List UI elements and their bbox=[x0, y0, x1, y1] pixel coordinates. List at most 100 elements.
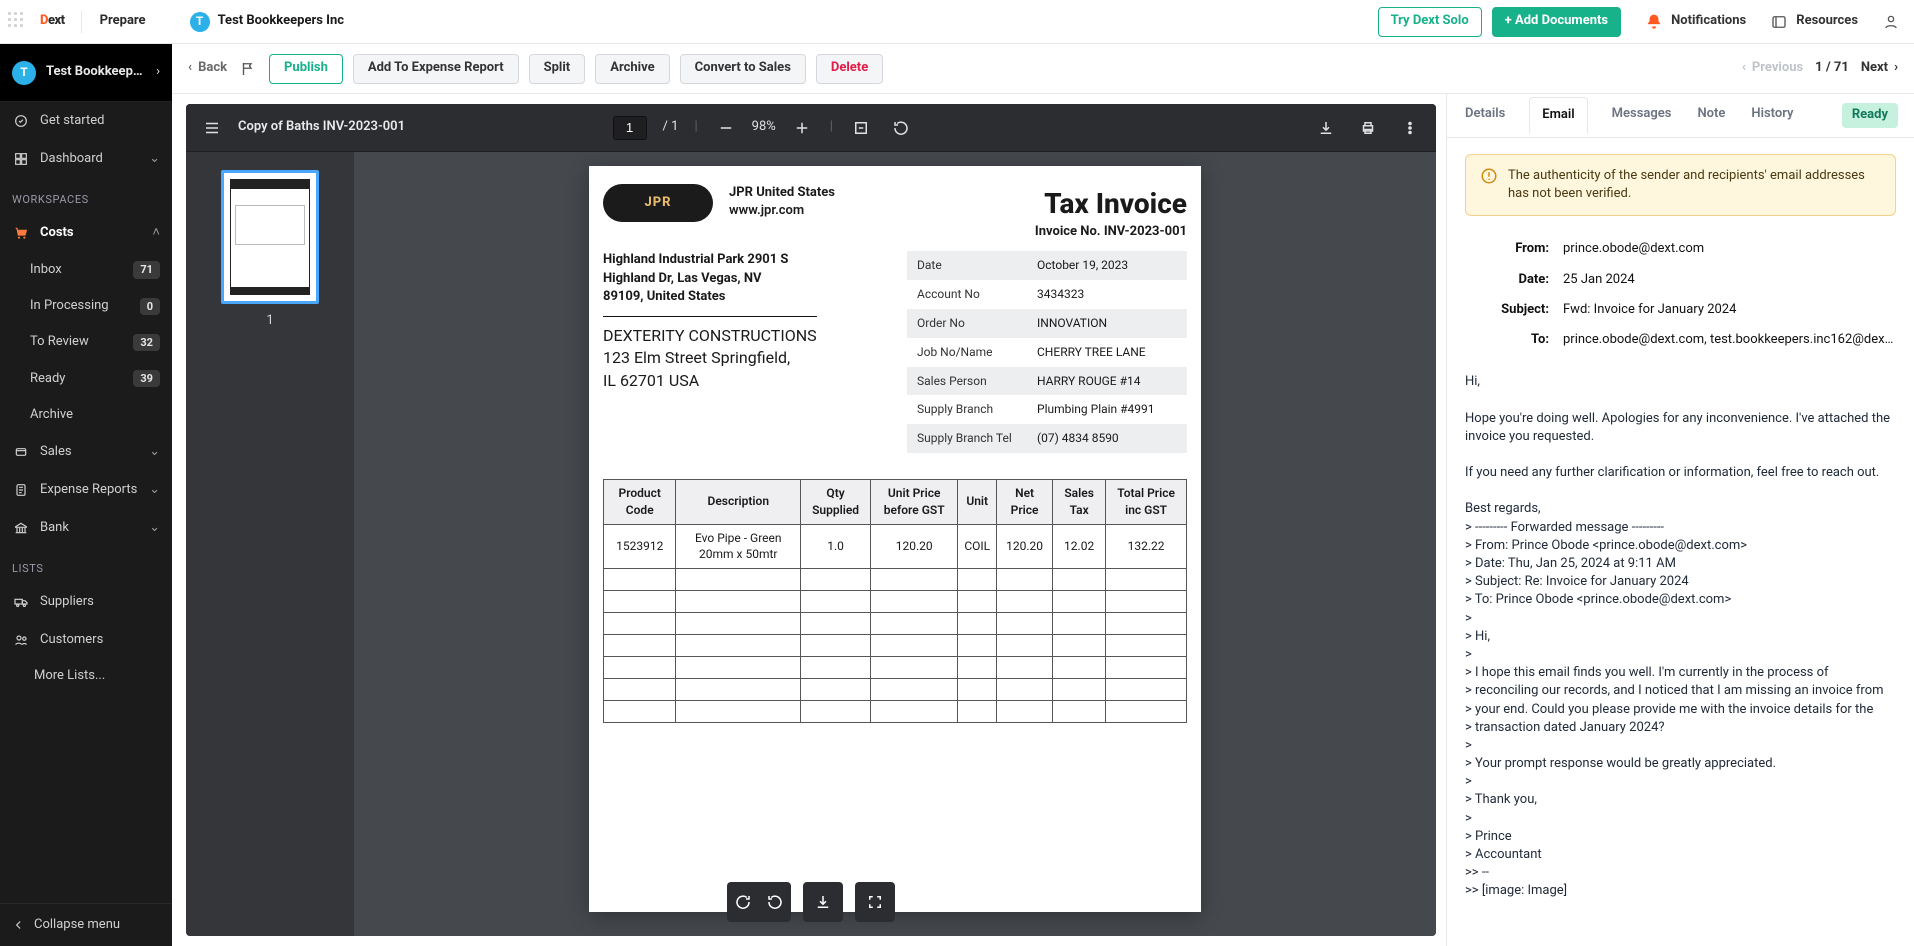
sidebar-item-more-lists[interactable]: More Lists... bbox=[0, 659, 172, 693]
zoom-out-button[interactable] bbox=[714, 116, 738, 140]
sidebar-item-costs[interactable]: Costs ˄ bbox=[0, 214, 172, 252]
sidebar-sub-inbox[interactable]: Inbox 71 bbox=[0, 252, 172, 288]
column-header: Total Price inc GST bbox=[1106, 479, 1187, 524]
sidebar-item-suppliers[interactable]: Suppliers bbox=[0, 583, 172, 621]
more-vert-icon[interactable] bbox=[1398, 116, 1422, 140]
viewer-center: / 1 | 98% | bbox=[613, 116, 913, 140]
page-thumbnail[interactable] bbox=[221, 170, 319, 304]
rotate-ccw-icon[interactable] bbox=[763, 890, 787, 914]
document-area: Copy of Baths INV-2023-001 / 1 | 98% bbox=[172, 94, 1446, 946]
next-button[interactable]: Next › bbox=[1861, 59, 1898, 77]
detail-tabs: Details Email Messages Note History Read… bbox=[1447, 94, 1914, 138]
flag-icon[interactable] bbox=[239, 60, 257, 78]
expand-button[interactable] bbox=[855, 882, 895, 922]
rotate-icon[interactable] bbox=[889, 116, 913, 140]
sidebar-item-bank[interactable]: Bank ⌄ bbox=[0, 509, 172, 547]
meta-value: CHERRY TREE LANE bbox=[1027, 338, 1187, 367]
meta-key: Subject: bbox=[1465, 301, 1549, 319]
download-button[interactable] bbox=[803, 882, 843, 922]
previous-button[interactable]: ‹Previous bbox=[1742, 59, 1803, 77]
rotate-cw-icon[interactable] bbox=[731, 890, 755, 914]
back-button[interactable]: ‹ Back bbox=[188, 59, 227, 77]
sidebar-item-get-started[interactable]: Get started bbox=[0, 102, 172, 140]
sidebar-sub-archive[interactable]: Archive bbox=[0, 397, 172, 433]
pager-label: 1 / 71 bbox=[1815, 59, 1849, 77]
sidebar-item-dashboard[interactable]: Dashboard ⌄ bbox=[0, 140, 172, 178]
chevron-right-icon: › bbox=[1894, 59, 1898, 77]
try-dext-solo-button[interactable]: Try Dext Solo bbox=[1378, 7, 1482, 37]
sidebar-sub-label: To Review bbox=[30, 333, 89, 351]
chevron-down-icon: ⌄ bbox=[149, 150, 160, 168]
apps-grid-icon[interactable] bbox=[8, 12, 28, 32]
table-row bbox=[604, 613, 1187, 635]
add-to-expense-button[interactable]: Add To Expense Report bbox=[353, 54, 519, 84]
meta-key: Supply Branch bbox=[907, 395, 1027, 424]
tab-email[interactable]: Email bbox=[1529, 97, 1587, 133]
verification-notice: The authenticity of the sender and recip… bbox=[1465, 154, 1896, 216]
expense-icon bbox=[12, 481, 30, 499]
page-number-input[interactable] bbox=[613, 116, 647, 140]
tab-history[interactable]: History bbox=[1749, 93, 1795, 137]
sidebar-sub-in-processing[interactable]: In Processing 0 bbox=[0, 288, 172, 324]
convert-to-sales-button[interactable]: Convert to Sales bbox=[680, 54, 806, 84]
meta-key: Order No bbox=[907, 309, 1027, 338]
topbar: Dext Prepare T Test Bookkeepers Inc Try … bbox=[0, 0, 1914, 44]
meta-row: Job No/NameCHERRY TREE LANE bbox=[907, 338, 1187, 367]
collapse-icon bbox=[12, 918, 26, 932]
collapse-menu-button[interactable]: Collapse menu bbox=[0, 903, 172, 946]
publish-button[interactable]: Publish bbox=[269, 54, 343, 84]
resources-link[interactable]: Resources bbox=[1770, 12, 1858, 30]
archive-button[interactable]: Archive bbox=[595, 54, 669, 84]
sidebar-sub-to-review[interactable]: To Review 32 bbox=[0, 324, 172, 360]
sidebar-item-customers[interactable]: Customers bbox=[0, 621, 172, 659]
zoom-in-button[interactable] bbox=[790, 116, 814, 140]
table-row bbox=[604, 591, 1187, 613]
sidebar-toggle-icon[interactable] bbox=[200, 116, 224, 140]
sidebar-item-label: Suppliers bbox=[40, 593, 160, 611]
resources-label: Resources bbox=[1796, 12, 1858, 30]
meta-value: prince.obode@dext.com, test.bookkeepers.… bbox=[1563, 331, 1896, 349]
viewer-body: 1 JPR JPR United States www.jpr.c bbox=[186, 152, 1436, 936]
sidebar-sub-ready[interactable]: Ready 39 bbox=[0, 361, 172, 397]
cart-icon bbox=[12, 224, 30, 242]
sidebar-sub-label: Inbox bbox=[30, 261, 62, 279]
viewer-floating-actions bbox=[727, 882, 895, 922]
tab-messages[interactable]: Messages bbox=[1610, 93, 1674, 137]
fit-page-icon[interactable] bbox=[849, 116, 873, 140]
tab-note[interactable]: Note bbox=[1695, 93, 1727, 137]
cell-tax: 12.02 bbox=[1053, 524, 1106, 569]
panel-body[interactable]: The authenticity of the sender and recip… bbox=[1447, 138, 1914, 946]
tab-details[interactable]: Details bbox=[1463, 93, 1507, 137]
page-scroll-area[interactable]: JPR JPR United States www.jpr.com Tax In… bbox=[354, 152, 1436, 936]
invoice-meta-table: DateOctober 19, 2023Account No3434323Ord… bbox=[907, 251, 1187, 453]
sidebar-item-sales[interactable]: Sales ⌄ bbox=[0, 433, 172, 471]
next-label: Next bbox=[1861, 59, 1888, 77]
split-button[interactable]: Split bbox=[529, 54, 586, 84]
notifications-link[interactable]: Notifications bbox=[1645, 12, 1746, 30]
sidebar-item-label: Get started bbox=[40, 112, 160, 130]
profile-icon[interactable] bbox=[1882, 13, 1900, 31]
notifications-label: Notifications bbox=[1671, 12, 1746, 30]
sidebar-section-lists: LISTS bbox=[0, 547, 172, 582]
meta-value: 3434323 bbox=[1027, 280, 1187, 309]
supplier-name: JPR United States bbox=[729, 184, 835, 202]
meta-key: Sales Person bbox=[907, 367, 1027, 396]
sidebar-item-label: Sales bbox=[40, 443, 139, 461]
app-body: T Test Bookkeepers Inc › Get started Das… bbox=[0, 44, 1914, 946]
bill-addr1: 123 Elm Street Springfield, bbox=[603, 347, 817, 369]
sidebar-item-expense-reports[interactable]: Expense Reports ⌄ bbox=[0, 471, 172, 509]
print-icon[interactable] bbox=[1356, 116, 1380, 140]
add-documents-button[interactable]: + Add Documents bbox=[1492, 7, 1621, 37]
table-row bbox=[604, 679, 1187, 701]
column-header: Description bbox=[676, 479, 801, 524]
sidebar-org[interactable]: T Test Bookkeepers Inc › bbox=[0, 44, 172, 102]
column-header: Qty Supplied bbox=[801, 479, 871, 524]
meta-key: To: bbox=[1465, 331, 1549, 349]
bank-icon bbox=[12, 519, 30, 537]
meta-key: Date bbox=[907, 251, 1027, 280]
sidebar-org-name: Test Bookkeepers Inc bbox=[46, 63, 146, 81]
org-switcher[interactable]: T Test Bookkeepers Inc bbox=[190, 12, 344, 32]
download-icon[interactable] bbox=[1314, 116, 1338, 140]
table-row bbox=[604, 569, 1187, 591]
delete-button[interactable]: Delete bbox=[816, 54, 883, 84]
